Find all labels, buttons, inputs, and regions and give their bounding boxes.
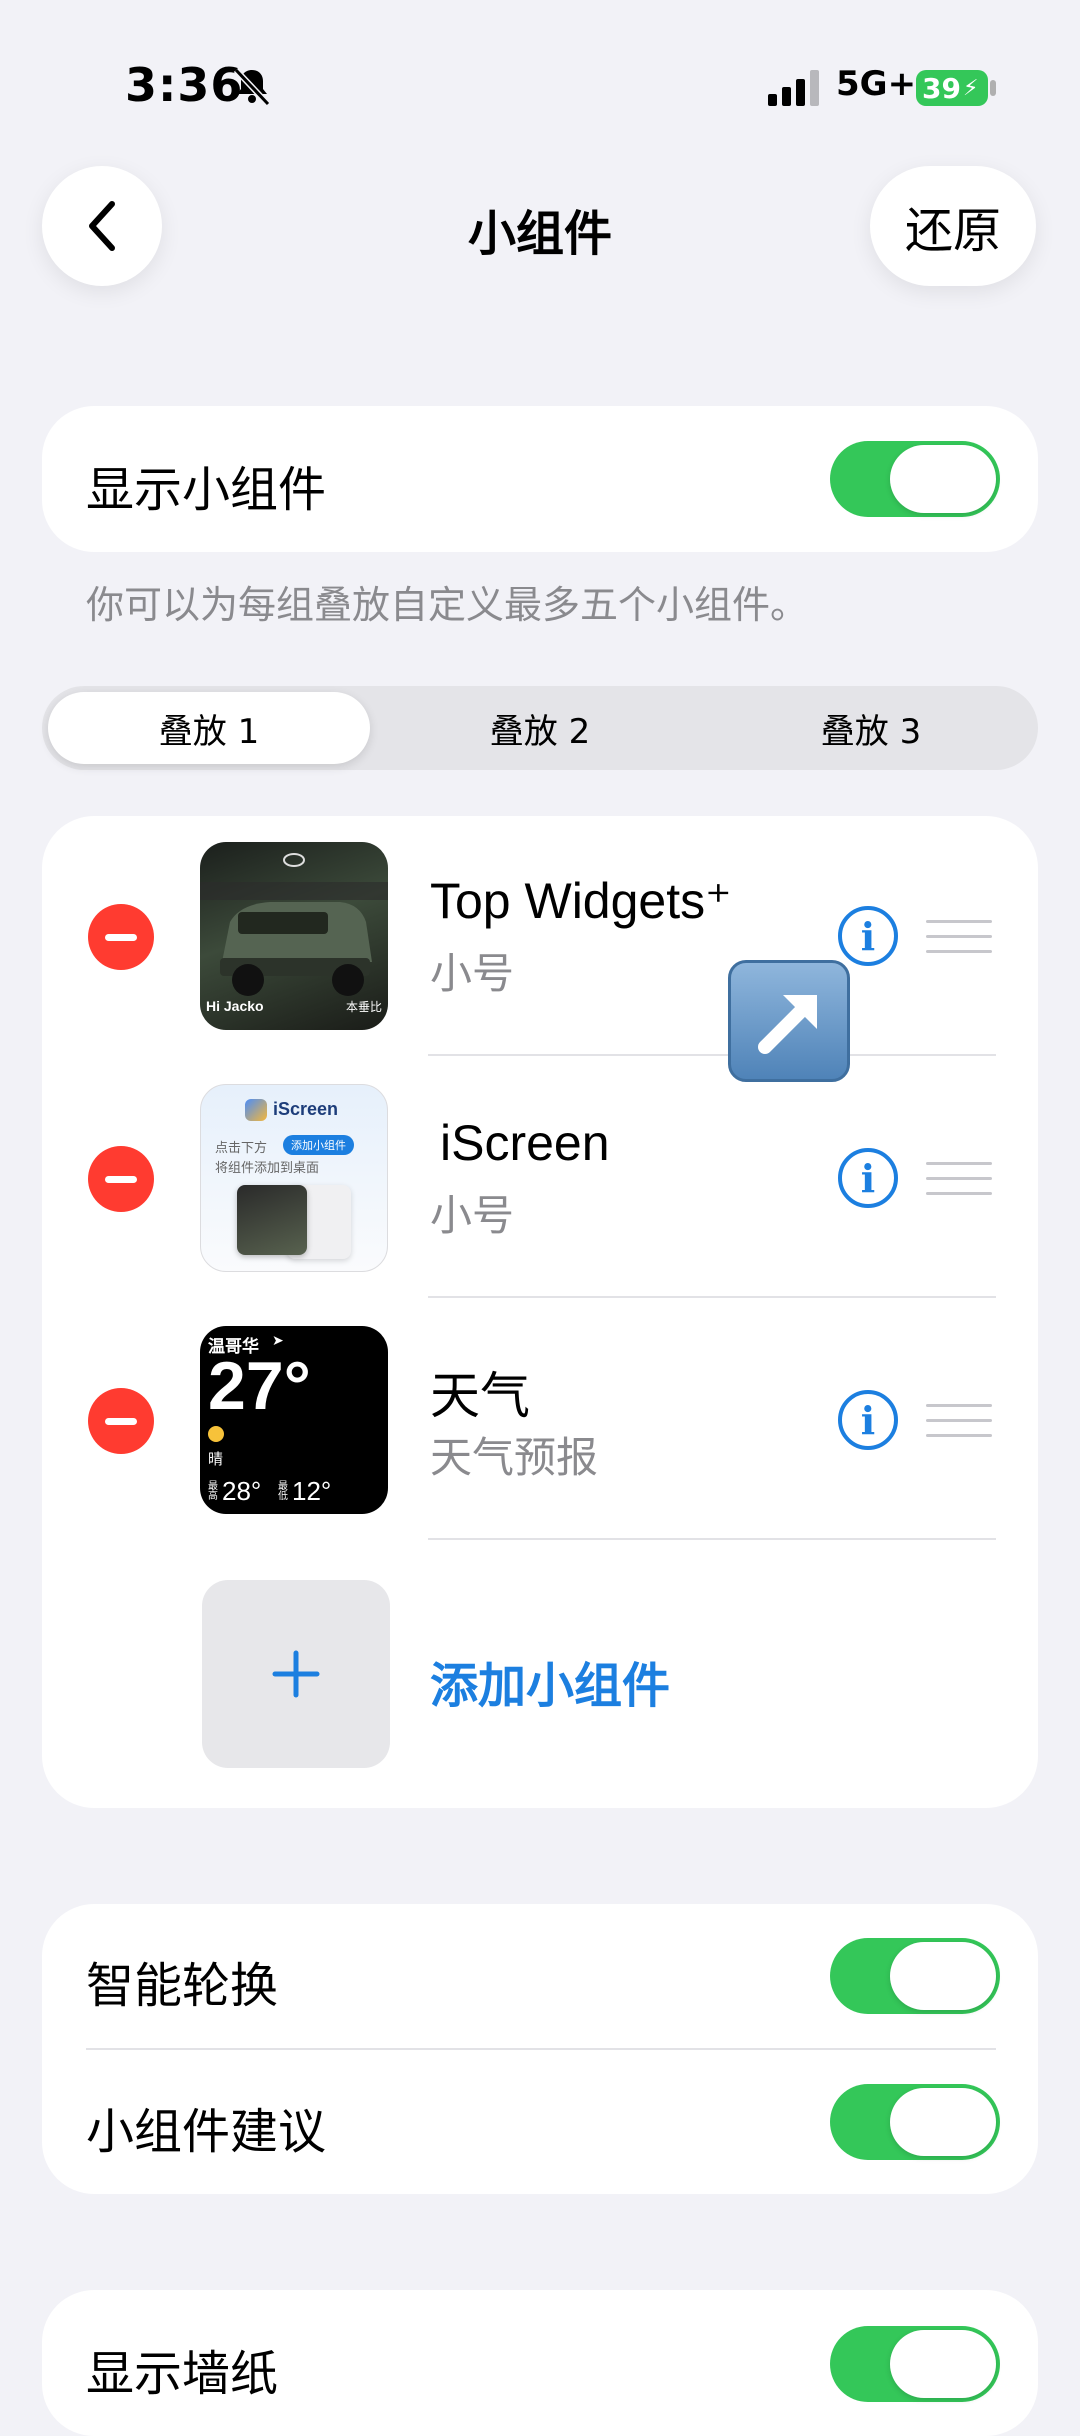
remove-widget-button[interactable] bbox=[88, 1388, 154, 1454]
row-divider bbox=[86, 2048, 996, 2050]
widget-thumbnail-topwidgets: Hi Jacko 本垂比 bbox=[200, 842, 388, 1030]
drag-handle-icon[interactable] bbox=[926, 1162, 992, 1196]
widget-thumbnail-iscreen: iScreen 点击下方 添加小组件 将组件添加到桌面 bbox=[200, 1084, 388, 1272]
widget-suggestions-label: 小组件建议 bbox=[86, 2104, 327, 2160]
wallpaper-settings-card: 显示墙纸 bbox=[42, 2290, 1038, 2436]
info-icon[interactable]: i bbox=[838, 1390, 898, 1450]
info-icon[interactable]: i bbox=[838, 1148, 898, 1208]
widgets-list-card: Hi Jacko 本垂比 Top Widgets⁺ 小号 i iScreen 点… bbox=[42, 816, 1038, 1808]
tab-stack-3[interactable]: 叠放 3 bbox=[710, 692, 1032, 764]
drag-handle-icon[interactable] bbox=[926, 920, 992, 954]
widget-size: 小号 bbox=[430, 1191, 515, 1240]
row-divider bbox=[428, 1296, 996, 1298]
add-widget-tile[interactable] bbox=[202, 1580, 390, 1768]
thumb-greeting: Hi Jacko bbox=[206, 998, 264, 1014]
show-wallpaper-toggle[interactable] bbox=[830, 2326, 1000, 2402]
remove-widget-button[interactable] bbox=[88, 904, 154, 970]
widget-title: Top Widgets⁺ bbox=[430, 873, 732, 929]
battery-icon: 39 ⚡ bbox=[916, 70, 988, 106]
widget-thumbnail-weather: 温哥华 ➤ 27° 晴 最高 28° 最低 12° bbox=[200, 1326, 388, 1514]
widget-size: 小号 bbox=[430, 949, 515, 998]
thumb-low: 12° bbox=[292, 1476, 332, 1506]
add-widget-button[interactable]: 添加小组件 bbox=[430, 1646, 670, 1716]
plus-icon bbox=[272, 1650, 320, 1698]
widget-size: 天气预报 bbox=[430, 1433, 599, 1482]
thumb-line2: 将组件添加到桌面 bbox=[215, 1161, 320, 1176]
stack-segmented-control: 叠放 1 叠放 2 叠放 3 bbox=[42, 686, 1038, 770]
remove-widget-button[interactable] bbox=[88, 1146, 154, 1212]
show-wallpaper-label: 显示墙纸 bbox=[86, 2346, 279, 2402]
thumb-condition: 晴 bbox=[208, 1451, 224, 1468]
smart-rotate-toggle[interactable] bbox=[830, 1938, 1000, 2014]
show-widgets-card: 显示小组件 bbox=[42, 406, 1038, 552]
widget-suggestions-toggle[interactable] bbox=[830, 2084, 1000, 2160]
thumb-location: 本垂比 bbox=[345, 1000, 382, 1014]
widget-title: iScreen bbox=[440, 1115, 610, 1171]
thumb-high: 28° bbox=[222, 1476, 262, 1506]
battery-tip bbox=[990, 80, 996, 96]
location-arrow-icon: ➤ bbox=[272, 1332, 284, 1348]
cellular-signal-icon bbox=[768, 70, 819, 106]
thumb-temp: 27° bbox=[208, 1348, 311, 1424]
widget-settings-card: 智能轮换 小组件建议 bbox=[42, 1904, 1038, 2194]
thumb-low-label: 最低 bbox=[278, 1481, 288, 1502]
thumb-card-front bbox=[237, 1185, 307, 1255]
arrow-up-right-icon bbox=[728, 960, 850, 1082]
widget-title: 天气 bbox=[430, 1367, 530, 1425]
tab-stack-1[interactable]: 叠放 1 bbox=[48, 692, 370, 764]
battery-level: 39 bbox=[922, 71, 961, 105]
silent-bell-icon bbox=[233, 67, 271, 107]
status-time: 3:36 bbox=[125, 58, 244, 112]
thumb-pill: 添加小组件 bbox=[283, 1135, 354, 1155]
row-divider bbox=[428, 1054, 996, 1056]
show-widgets-hint: 你可以为每组叠放自定义最多五个小组件。 bbox=[86, 583, 809, 627]
network-type: 5G+ bbox=[836, 64, 917, 104]
drag-handle-icon[interactable] bbox=[926, 1404, 992, 1438]
show-widgets-label: 显示小组件 bbox=[86, 462, 327, 518]
thumb-line1: 点击下方 bbox=[215, 1141, 268, 1156]
show-widgets-toggle[interactable] bbox=[830, 441, 1000, 517]
tab-stack-2[interactable]: 叠放 2 bbox=[379, 692, 701, 764]
smart-rotate-label: 智能轮换 bbox=[86, 1958, 279, 2014]
sun-icon bbox=[208, 1426, 224, 1442]
info-icon[interactable]: i bbox=[838, 906, 898, 966]
row-divider bbox=[428, 1538, 996, 1540]
thumb-high-label: 最高 bbox=[208, 1481, 218, 1502]
iscreen-app-icon bbox=[245, 1099, 267, 1121]
reset-button[interactable]: 还原 bbox=[870, 166, 1036, 286]
thumb-app-name: iScreen bbox=[273, 1099, 339, 1119]
